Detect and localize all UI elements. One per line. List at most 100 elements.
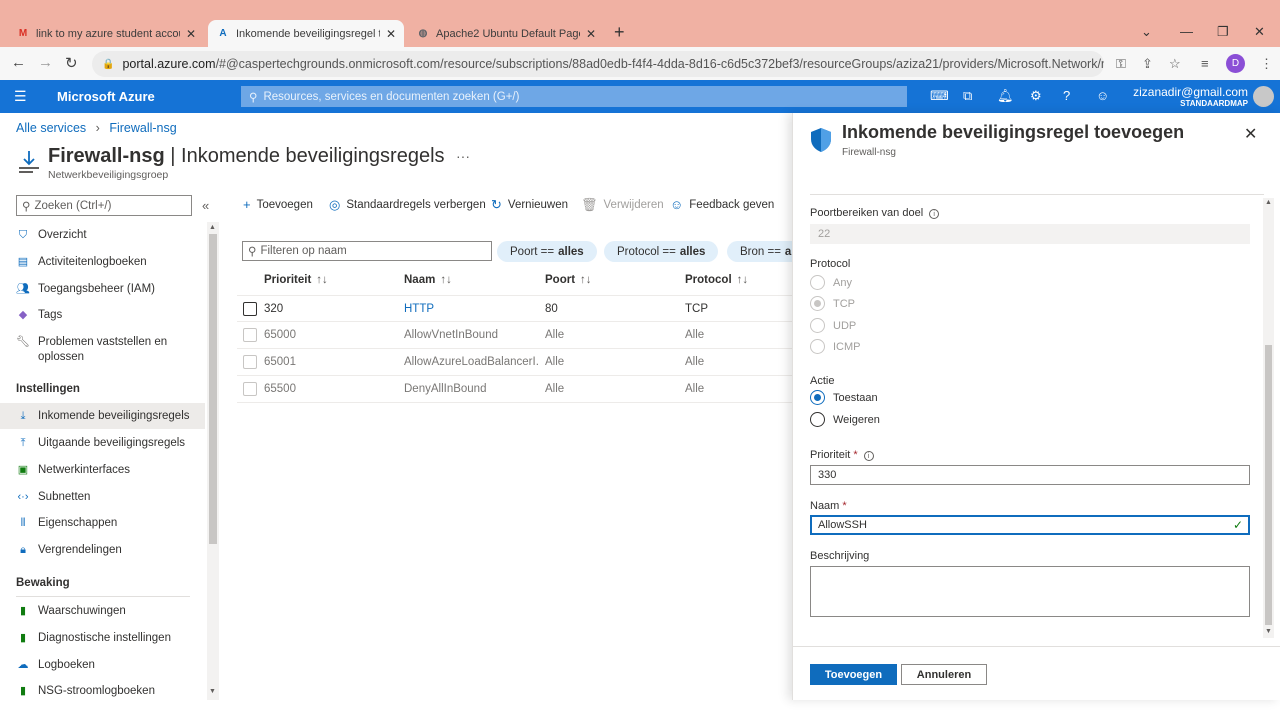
row-checkbox[interactable] <box>243 382 257 396</box>
sidebar-item-nsg-stroomlogboeken[interactable]: ▮ NSG-stroomlogboeken <box>0 684 205 699</box>
row-checkbox[interactable] <box>243 328 257 342</box>
sidebar-item-iam[interactable]: 👥︎ Toegangsbeheer (IAM) <box>0 282 205 297</box>
table-row[interactable]: 65001 AllowAzureLoadBalancerI... Alle Al… <box>237 349 792 376</box>
close-tab-icon[interactable]: ✕ <box>186 27 196 41</box>
info-icon[interactable]: i <box>863 451 874 461</box>
reading-list-icon[interactable]: ≡ <box>1201 56 1209 71</box>
scroll-down-icon[interactable]: ▼ <box>209 688 216 695</box>
action-radio-deny[interactable]: Weigeren <box>810 412 880 427</box>
filter-pill-port[interactable]: Poort == alles <box>497 241 597 262</box>
add-button[interactable]: + Toevoegen <box>243 197 313 212</box>
key-icon[interactable]: ⚿ <box>1116 56 1126 72</box>
menu-search-input[interactable]: ⚲ Zoeken (Ctrl+/) <box>16 195 192 216</box>
minimize-icon[interactable]: — <box>1180 24 1193 39</box>
info-icon[interactable]: i <box>929 209 940 219</box>
browser-tab-azure[interactable]: A Inkomende beveiligingsregel toevoegen … <box>208 20 404 47</box>
forward-icon[interactable]: → <box>38 54 53 71</box>
share-icon[interactable]: ⇪ <box>1142 56 1153 72</box>
sidebar-item-subnetten[interactable]: ‹·› Subnetten <box>0 490 205 505</box>
new-tab-button[interactable]: + <box>614 22 625 43</box>
cell-priority: 65000 <box>264 329 296 341</box>
breadcrumb-all-services[interactable]: Alle services <box>16 121 86 135</box>
cell-name-link[interactable]: HTTP <box>404 303 434 315</box>
protocol-radio-tcp[interactable]: TCP <box>810 296 855 311</box>
settings-gear-icon[interactable]: ⚙ <box>1030 88 1042 104</box>
feedback-icon[interactable]: ☺ <box>1096 88 1109 103</box>
sidebar-item-eigenschappen[interactable]: ⫴ Eigenschappen <box>0 516 205 531</box>
filter-by-name-input[interactable]: ⚲ Filteren op naam <box>242 241 492 261</box>
collapse-menu-icon[interactable]: « <box>202 198 209 213</box>
column-header-priority[interactable]: Prioriteit ↑↓ <box>264 274 328 286</box>
directory-filter-icon[interactable]: ⧉ <box>963 88 972 104</box>
more-options-icon[interactable]: ··· <box>456 148 470 164</box>
sidebar-item-label: Vergrendelingen <box>38 544 122 556</box>
row-checkbox[interactable] <box>243 302 257 316</box>
notifications-bell-icon[interactable]: 🔔︎ <box>997 88 1014 104</box>
panel-scroll-thumb[interactable] <box>1265 345 1272 625</box>
cancel-button[interactable]: Annuleren <box>901 664 987 685</box>
bookmark-star-icon[interactable]: ☆ <box>1169 56 1181 72</box>
reload-icon[interactable]: ↻ <box>65 54 78 72</box>
breadcrumb-firewall-nsg[interactable]: Firewall-nsg <box>109 121 176 135</box>
delete-button[interactable]: 🗑︎ Verwijderen <box>581 197 664 213</box>
cloud-shell-icon[interactable]: ⌨ <box>930 88 949 104</box>
protocol-radio-icmp[interactable]: ICMP <box>810 339 861 354</box>
filter-pill-protocol[interactable]: Protocol == alles <box>604 241 719 262</box>
maximize-icon[interactable]: ❐ <box>1217 24 1229 40</box>
tab-search-icon[interactable]: ⌄ <box>1141 24 1152 40</box>
priority-input[interactable]: 330 <box>810 465 1250 485</box>
sidebar-item-vergrendelingen[interactable]: 🔒︎ Vergrendelingen <box>0 543 205 558</box>
search-icon: ⚲ <box>248 246 257 258</box>
name-input[interactable]: AllowSSH ✓ <box>810 515 1250 535</box>
sidebar-item-activiteitenlogboeken[interactable]: ▤ Activiteitenlogboeken <box>0 255 205 270</box>
column-header-port[interactable]: Poort ↑↓ <box>545 274 592 286</box>
user-avatar[interactable] <box>1253 86 1274 107</box>
table-row[interactable]: 65500 DenyAllInBound Alle Alle <box>237 376 792 403</box>
sidebar-item-diagnostische[interactable]: ▮ Diagnostische instellingen <box>0 631 205 646</box>
close-tab-icon[interactable]: ✕ <box>386 27 396 41</box>
sidebar-item-logboeken[interactable]: ☁ Logboeken <box>0 658 205 673</box>
protocol-radio-any[interactable]: Any <box>810 275 852 290</box>
menu-scrollbar[interactable]: ▲ ▼ <box>207 222 219 700</box>
panel-scrollbar[interactable]: ▲ ▼ <box>1263 198 1274 638</box>
sidebar-item-overzicht[interactable]: ⛉ Overzicht <box>0 228 205 243</box>
browser-menu-icon[interactable]: ⋮ <box>1260 56 1273 72</box>
profile-avatar[interactable]: D <box>1226 54 1245 73</box>
feedback-button[interactable]: ☺ Feedback geven <box>670 197 774 212</box>
help-icon[interactable]: ? <box>1063 88 1070 103</box>
sidebar-item-inkomende[interactable]: ⤓ Inkomende beveiligingsregels <box>0 403 205 429</box>
row-checkbox[interactable] <box>243 355 257 369</box>
scroll-up-icon[interactable]: ▲ <box>1265 199 1272 206</box>
sidebar-item-uitgaande[interactable]: ⤒ Uitgaande beveiligingsregels <box>0 436 205 451</box>
dest-port-field[interactable]: 22 <box>810 224 1250 244</box>
account-info[interactable]: zizanadir@gmail.com STANDAARDMAP <box>1120 85 1248 108</box>
table-row[interactable]: 320 HTTP 80 TCP <box>237 295 792 322</box>
close-tab-icon[interactable]: ✕ <box>586 27 596 41</box>
column-header-protocol[interactable]: Protocol ↑↓ <box>685 274 748 286</box>
sidebar-item-tags[interactable]: ◆ Tags <box>0 308 205 323</box>
description-textarea[interactable] <box>810 566 1250 617</box>
browser-tab-apache[interactable]: ◍ Apache2 Ubuntu Default Page: It works … <box>408 20 604 47</box>
sidebar-item-waarschuwingen[interactable]: ▮ Waarschuwingen <box>0 604 205 619</box>
scroll-up-icon[interactable]: ▲ <box>209 224 216 231</box>
add-rule-button[interactable]: Toevoegen <box>810 664 897 685</box>
global-search-input[interactable]: ⚲ Resources, services en documenten zoek… <box>241 86 907 107</box>
back-icon[interactable]: ← <box>11 54 26 71</box>
protocol-radio-udp[interactable]: UDP <box>810 318 856 333</box>
sidebar-item-problemen[interactable]: 🔧︎ Problemen vaststellen en oplossen <box>0 335 205 365</box>
filter-pill-source[interactable]: Bron ==al <box>727 241 792 262</box>
refresh-button[interactable]: ↻ Vernieuwen <box>491 197 568 213</box>
close-panel-icon[interactable]: ✕ <box>1244 124 1257 144</box>
hamburger-menu-icon[interactable]: ☰ <box>14 88 27 105</box>
scroll-down-icon[interactable]: ▼ <box>1265 628 1272 635</box>
close-window-icon[interactable]: ✕ <box>1254 24 1265 40</box>
action-radio-allow[interactable]: Toestaan <box>810 390 878 405</box>
browser-tab-gmail[interactable]: M link to my azure student account ✕ <box>8 20 204 47</box>
url-field[interactable]: 🔒 portal.azure.com /#@caspertechgrounds.… <box>92 51 1104 77</box>
sidebar-item-netwerkinterfaces[interactable]: ▣ Netwerkinterfaces <box>0 463 205 478</box>
column-header-name[interactable]: Naam ↑↓ <box>404 274 452 286</box>
hide-default-rules-button[interactable]: ◎ Standaardregels verbergen <box>329 197 486 213</box>
table-row[interactable]: 65000 AllowVnetInBound Alle Alle <box>237 322 792 349</box>
menu-scroll-thumb[interactable] <box>209 234 217 544</box>
azure-brand[interactable]: Microsoft Azure <box>57 89 155 104</box>
